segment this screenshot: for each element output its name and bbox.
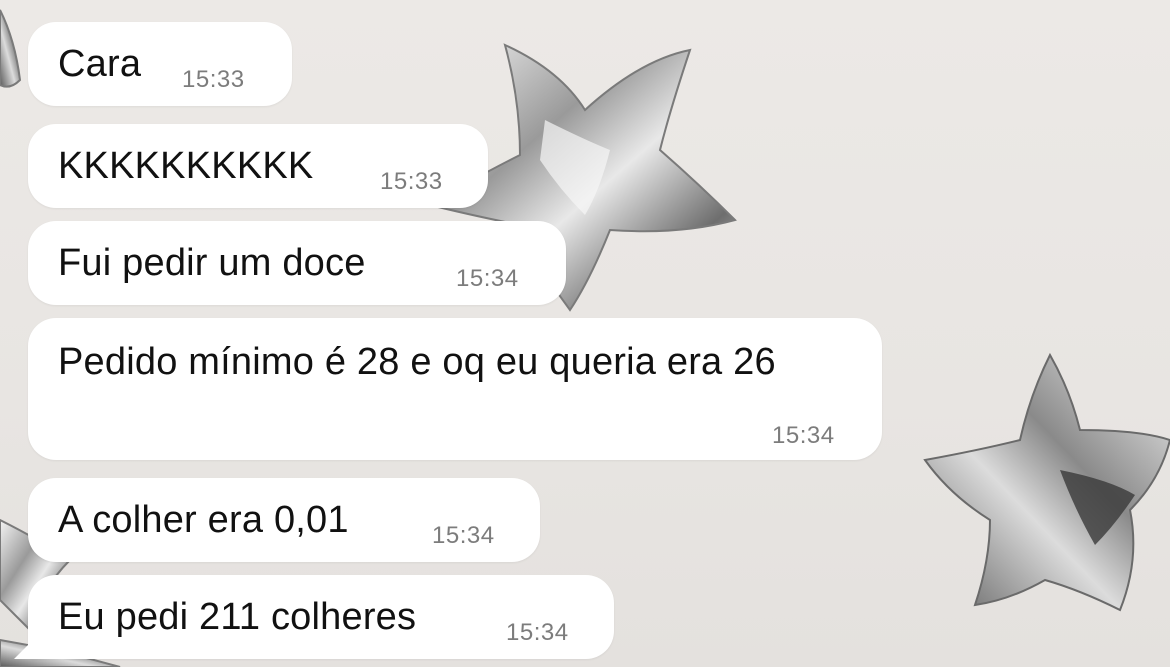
message-timestamp: 15:34 — [432, 522, 495, 549]
bubble-tail — [14, 637, 36, 659]
message-bubble[interactable]: Fui pedir um doce 15:34 — [28, 221, 566, 305]
message-text: Fui pedir um doce — [58, 242, 366, 284]
message-text: Cara — [58, 43, 142, 85]
message-bubble[interactable]: Cara 15:33 — [28, 22, 292, 106]
message-text: Eu pedi 211 colheres — [58, 596, 417, 638]
message-timestamp: 15:33 — [380, 168, 443, 195]
message-bubble[interactable]: A colher era 0,01 15:34 — [28, 478, 540, 562]
message-text: Pedido mínimo é 28 e oq eu queria era 26 — [58, 341, 776, 383]
message-timestamp: 15:34 — [506, 619, 569, 646]
chrome-star-icon — [923, 352, 1170, 612]
message-text: A colher era 0,01 — [58, 499, 349, 541]
message-text: KKKKKKKKKK — [58, 145, 314, 187]
message-bubble[interactable]: Pedido mínimo é 28 e oq eu queria era 26… — [28, 318, 882, 460]
message-bubble[interactable]: Eu pedi 211 colheres 15:34 — [14, 575, 614, 659]
chrome-star-icon — [0, 9, 22, 88]
message-timestamp: 15:34 — [456, 265, 519, 292]
message-timestamp: 15:34 — [772, 422, 835, 449]
message-bubble[interactable]: KKKKKKKKKK 15:33 — [28, 124, 488, 208]
message-timestamp: 15:33 — [182, 66, 245, 93]
